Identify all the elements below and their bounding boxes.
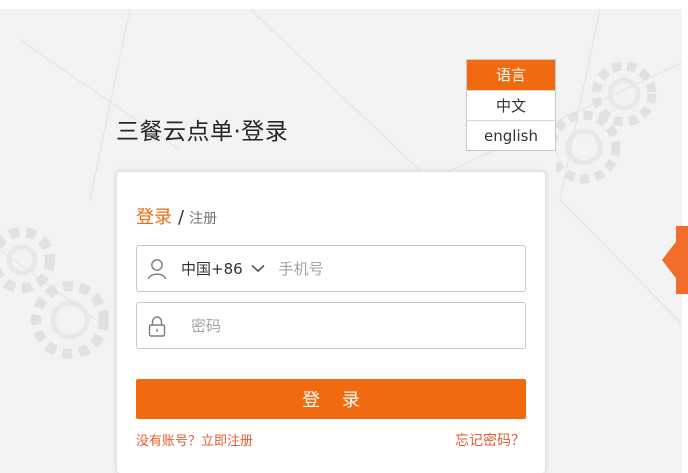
- user-icon: [137, 246, 177, 291]
- gear-icon: [0, 227, 109, 359]
- login-tabs: 登录 / 注册: [136, 203, 217, 229]
- phone-field[interactable]: 中国+86: [136, 245, 526, 292]
- password-field[interactable]: [136, 302, 526, 349]
- page-title: 三餐云点单·登录: [116, 119, 289, 145]
- chevron-down-icon: [251, 264, 265, 273]
- register-link[interactable]: 没有账号？立即注册: [136, 430, 253, 449]
- forgot-password-link[interactable]: 忘记密码？: [455, 430, 525, 450]
- gear-icon: [556, 61, 657, 184]
- tab-login[interactable]: 登录: [136, 203, 172, 229]
- language-menu-header[interactable]: 语言: [467, 60, 555, 90]
- lock-icon: [137, 303, 177, 348]
- phone-input[interactable]: [278, 248, 499, 289]
- tab-register[interactable]: 注册: [189, 208, 217, 228]
- country-code-label: 中国+86: [181, 260, 243, 278]
- side-arrow-fill: [676, 226, 688, 294]
- language-option-english[interactable]: english: [467, 120, 555, 150]
- language-option-chinese[interactable]: 中文: [467, 90, 555, 120]
- login-button[interactable]: 登 录: [136, 379, 526, 419]
- country-code-select[interactable]: 中国+86: [181, 258, 265, 279]
- password-input[interactable]: [191, 305, 491, 346]
- language-menu: 语言 中文 english: [466, 59, 556, 151]
- login-card: 登录 / 注册 中国+86 手机号 登 录 没有账号？立即注册 忘记密码？: [116, 171, 546, 473]
- tab-separator: /: [178, 207, 185, 228]
